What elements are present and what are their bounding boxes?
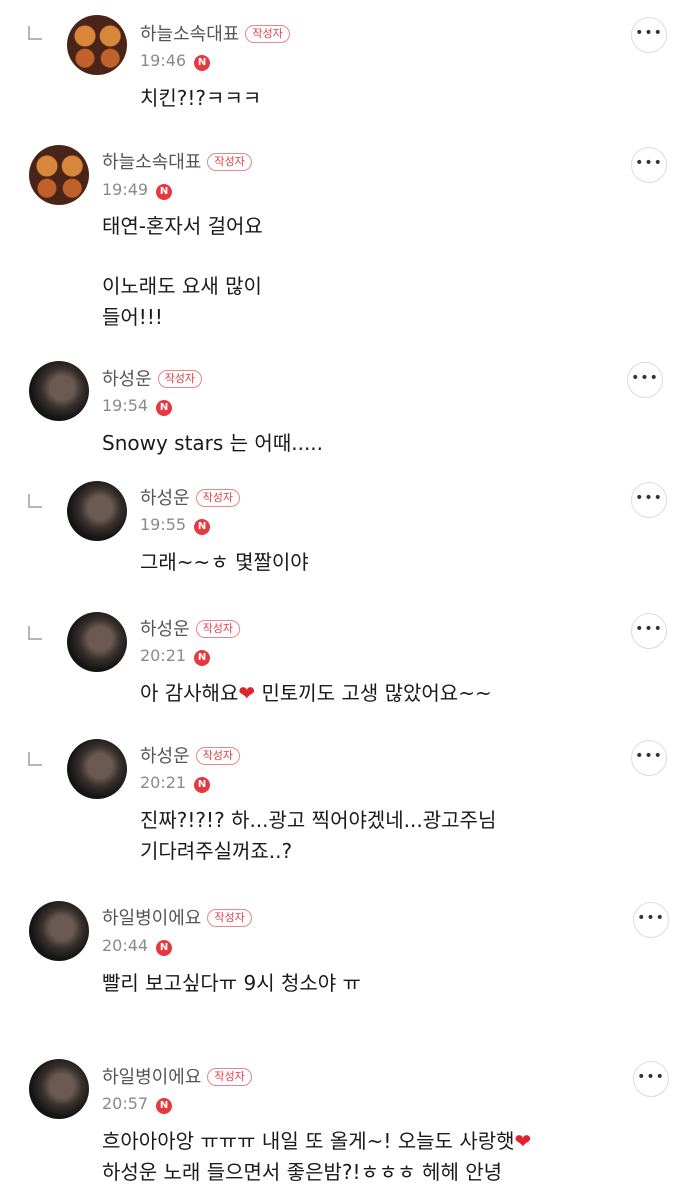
avatar[interactable] bbox=[67, 481, 127, 541]
comment-time: 20:21 N bbox=[140, 646, 211, 666]
reply-indent-icon bbox=[28, 752, 42, 766]
more-options-button[interactable]: ••• bbox=[633, 1061, 669, 1097]
timestamp: 20:21 bbox=[140, 773, 187, 792]
comment-line: 빨리 보고싶다ㅠ 9시 청소야 ㅠ bbox=[102, 971, 361, 995]
timestamp: 19:49 bbox=[102, 180, 149, 199]
timestamp: 20:21 bbox=[140, 646, 187, 665]
comment-line: 기다려주실꺼죠..? bbox=[140, 839, 293, 863]
avatar[interactable] bbox=[67, 739, 127, 799]
new-badge: N bbox=[156, 940, 173, 956]
comment-time: 19:49 N bbox=[102, 180, 173, 200]
comment-line: 들어!!! bbox=[102, 305, 163, 329]
author-name[interactable]: 하성운 bbox=[140, 746, 190, 767]
comment-text: 그래~~ㅎ 몇짤이야 bbox=[140, 547, 309, 578]
new-badge: N bbox=[194, 519, 211, 535]
comment-text: 아 감사해요❤ 민토끼도 고생 많았어요~~ bbox=[140, 678, 492, 709]
comment-author[interactable]: 하일병이에요 작성자 bbox=[102, 908, 252, 930]
author-badge: 작성자 bbox=[207, 1068, 252, 1086]
comment-line: 그래~~ㅎ 몇짤이야 bbox=[140, 550, 309, 574]
comment-author[interactable]: 하일병이에요 작성자 bbox=[102, 1067, 252, 1089]
timestamp: 19:55 bbox=[140, 515, 187, 534]
author-name[interactable]: 하성운 bbox=[140, 488, 190, 509]
author-name[interactable]: 하성운 bbox=[102, 369, 152, 390]
author-name[interactable]: 하일병이에요 bbox=[102, 1067, 201, 1088]
avatar[interactable] bbox=[67, 612, 127, 672]
more-options-button[interactable]: ••• bbox=[627, 362, 663, 398]
author-badge: 작성자 bbox=[207, 909, 252, 927]
comment-line-part: 아 감사해요 bbox=[140, 681, 239, 705]
timestamp: 20:44 bbox=[102, 936, 149, 955]
comment-time: 20:21 N bbox=[140, 773, 211, 793]
comment-text: 빨리 보고싶다ㅠ 9시 청소야 ㅠ bbox=[102, 968, 361, 999]
author-name[interactable]: 하일병이에요 bbox=[102, 908, 201, 929]
comment-text: Snowy stars 는 어때..... bbox=[102, 428, 323, 459]
more-options-button[interactable]: ••• bbox=[631, 482, 667, 518]
timestamp: 19:54 bbox=[102, 396, 149, 415]
comment-time: 20:44 N bbox=[102, 936, 173, 956]
author-name[interactable]: 하성운 bbox=[140, 619, 190, 640]
author-badge: 작성자 bbox=[195, 747, 241, 765]
comment-author[interactable]: 하성운 작성자 bbox=[140, 746, 241, 768]
comment-line-part: 민토끼도 고생 많았어요~~ bbox=[255, 681, 492, 705]
more-options-button[interactable]: ••• bbox=[633, 902, 669, 938]
comment-text: 진짜?!?!? 하...광고 찍어야겠네...광고주님 기다려주실꺼죠..? bbox=[140, 805, 496, 867]
more-options-button[interactable]: ••• bbox=[631, 147, 667, 183]
comment-author[interactable]: 하성운 작성자 bbox=[140, 619, 241, 641]
comment-line: 진짜?!?!? 하...광고 찍어야겠네...광고주님 bbox=[140, 808, 497, 832]
avatar[interactable] bbox=[29, 901, 89, 961]
author-badge: 작성자 bbox=[157, 370, 203, 388]
comment-line: 하성운 노래 들으면서 좋은밤?!ㅎㅎㅎ 헤헤 안녕 bbox=[102, 1160, 503, 1184]
comment-line: 아 감사해요❤ 민토끼도 고생 많았어요~~ bbox=[140, 678, 492, 709]
comment-time: 19:54 N bbox=[102, 396, 173, 416]
new-badge: N bbox=[194, 777, 211, 793]
comment-text: 흐아아아앙 ㅠㅠㅠ 내일 또 올게~! 오늘도 사랑햇❤ 하성운 노래 들으면서… bbox=[102, 1126, 531, 1188]
timestamp: 20:57 bbox=[102, 1094, 149, 1113]
comment-line-part: 흐아아아앙 ㅠㅠㅠ 내일 또 올게~! 오늘도 사랑햇 bbox=[102, 1129, 515, 1153]
author-name[interactable]: 하늘소속대표 bbox=[102, 152, 201, 173]
heart-icon: ❤ bbox=[238, 681, 256, 705]
reply-indent-icon bbox=[28, 494, 42, 508]
avatar[interactable] bbox=[29, 361, 89, 421]
comment-time: 20:57 N bbox=[102, 1094, 173, 1114]
new-badge: N bbox=[156, 400, 173, 416]
comment-item: 하늘소속대표 작성자 19:49 N 태연-혼자서 걸어요 이노래도 요새 많이 들… bbox=[0, 0, 687, 350]
comment-line: 이노래도 요새 많이 bbox=[102, 274, 262, 298]
avatar[interactable] bbox=[29, 1059, 89, 1119]
comment-time: 19:55 N bbox=[140, 515, 211, 535]
reply-indent-icon bbox=[28, 626, 42, 640]
comment-author[interactable]: 하성운 작성자 bbox=[102, 369, 203, 391]
more-options-button[interactable]: ••• bbox=[631, 613, 667, 649]
avatar[interactable] bbox=[29, 145, 89, 205]
new-badge: N bbox=[156, 1098, 173, 1114]
comment-text: 태연-혼자서 걸어요 이노래도 요새 많이 들어!!! bbox=[102, 211, 263, 333]
new-badge: N bbox=[194, 650, 211, 666]
comment-line: Snowy stars 는 어때..... bbox=[102, 431, 324, 455]
comment-line: 흐아아아앙 ㅠㅠㅠ 내일 또 올게~! 오늘도 사랑햇❤ bbox=[102, 1126, 531, 1157]
author-badge: 작성자 bbox=[195, 489, 241, 507]
author-badge: 작성자 bbox=[207, 153, 252, 171]
comment-author[interactable]: 하성운 작성자 bbox=[140, 488, 241, 510]
new-badge: N bbox=[156, 184, 173, 200]
author-badge: 작성자 bbox=[195, 620, 241, 638]
comment-author[interactable]: 하늘소속대표 작성자 bbox=[102, 152, 252, 174]
more-options-button[interactable]: ••• bbox=[631, 740, 667, 776]
comment-line: 태연-혼자서 걸어요 bbox=[102, 214, 263, 238]
heart-icon: ❤ bbox=[514, 1129, 532, 1153]
